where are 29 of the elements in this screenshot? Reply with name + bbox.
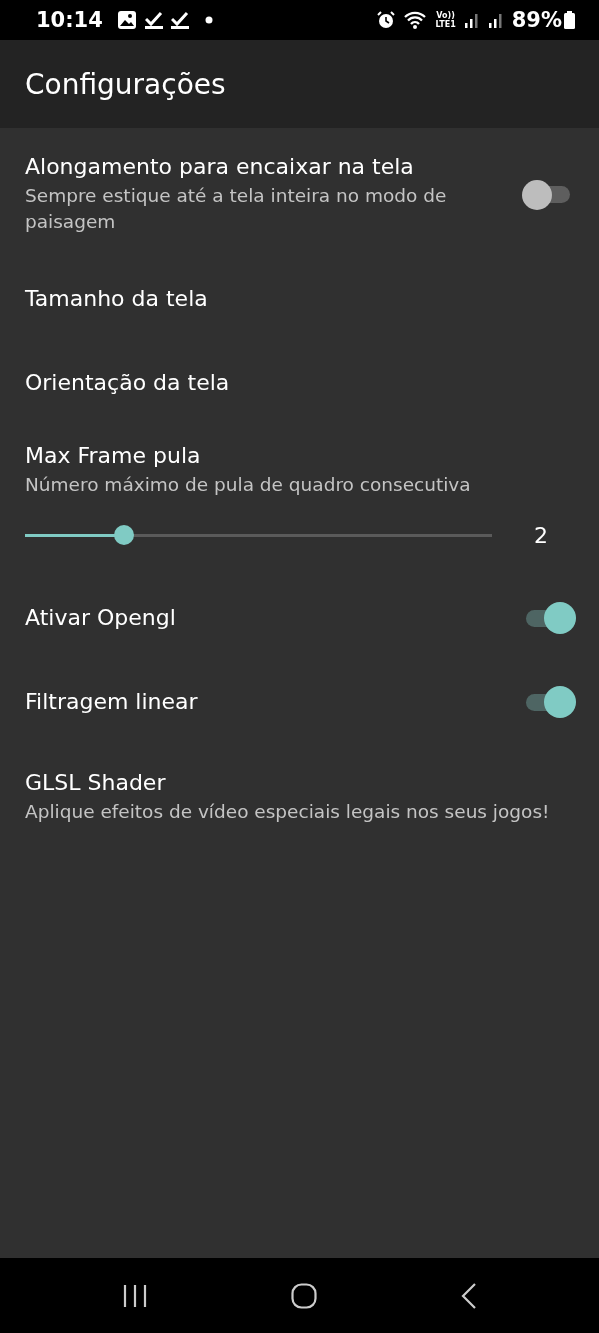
dot-icon (204, 16, 213, 24)
volte-label: Vo)) (436, 11, 455, 20)
setting-title: Orientação da tela (25, 369, 231, 397)
setting-title: Alongamento para encaixar na tela (25, 153, 415, 181)
setting-title: Ativar Opengl (25, 604, 177, 632)
setting-summary: Aplique efeitos de vídeo especiais legais nos seus jogos! (25, 800, 551, 824)
setting-title: Max Frame pula (25, 442, 202, 470)
image-icon (116, 10, 137, 30)
slider-thumb[interactable] (114, 525, 135, 545)
setting-title: Filtragem linear (25, 688, 199, 716)
setting-title: GLSL Shader (25, 769, 167, 797)
setting-summary: Sempre estique até a tela inteira no modo de paisagem (25, 184, 448, 234)
wifi-icon (403, 10, 428, 30)
battery-icon (564, 11, 575, 29)
alarm-icon (377, 11, 396, 29)
recent-apps-icon[interactable] (121, 1283, 148, 1308)
slider-value: 2 (534, 522, 548, 548)
setting-summary: Número máximo de pula de quadro consecutiva (25, 473, 472, 497)
network-label: LTE1 (435, 20, 456, 29)
signal-icon (463, 11, 480, 29)
screen-title: Configurações (25, 67, 226, 101)
setting-title: Tamanho da tela (25, 285, 209, 313)
home-icon[interactable] (291, 1282, 318, 1309)
checkmark-icon (170, 10, 189, 30)
battery-percentage: 89% (511, 8, 562, 32)
signal-icon (487, 11, 504, 29)
checkmark-icon (144, 10, 163, 30)
back-icon[interactable] (461, 1282, 478, 1309)
clock: 10:14 (36, 8, 103, 32)
